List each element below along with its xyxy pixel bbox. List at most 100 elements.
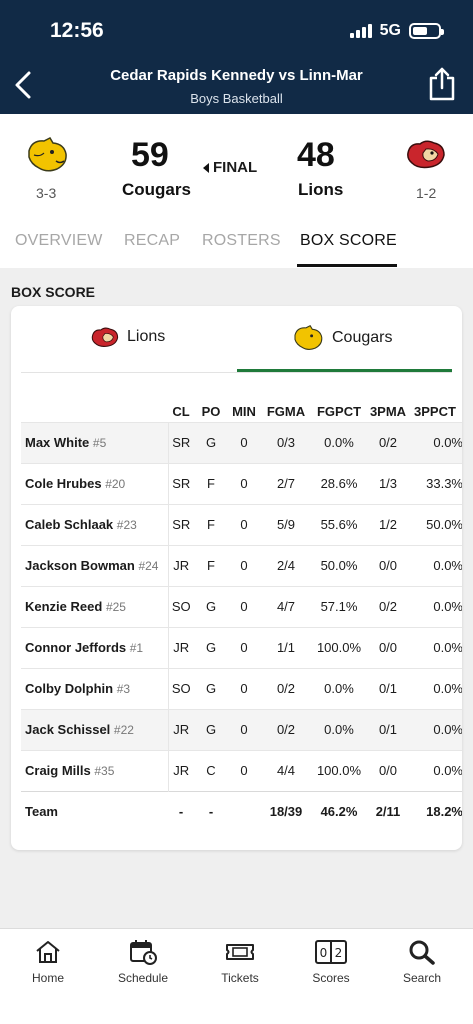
team-total-row: Team - -18/39 46.2% 2/11 18.2% (21, 790, 462, 832)
battery-icon (409, 23, 444, 39)
table-row: Kenzie Reed #25 SO G 0 4/7 57.1% 0/2 0.0% (21, 585, 462, 627)
stat-cell-cl: JR (168, 544, 194, 586)
player-number: #5 (92, 436, 107, 450)
stat-cell-cl: SO (168, 667, 194, 709)
stat-cell-tpma: 0/0 (366, 626, 410, 668)
player-number: #35 (94, 764, 115, 778)
stat-cell-cl: JR (168, 749, 194, 791)
stat-cell-fgpct: 57.1% (312, 585, 366, 627)
nav-schedule[interactable]: Schedule (103, 939, 183, 985)
lion-logo-icon (91, 327, 119, 347)
stat-cell-tpma: 1/3 (366, 462, 410, 504)
team-cell-min (228, 790, 260, 832)
tab-overview[interactable]: OVERVIEW (15, 232, 103, 250)
nav-label: Home (31, 971, 64, 985)
stat-cell-fgpct: 0.0% (312, 667, 366, 709)
box-score-card: Lions Cougars CL PO MIN FGMA FGPCT 3PMA … (11, 306, 462, 850)
stat-cell-po: G (194, 626, 228, 668)
nav-search[interactable]: Search (382, 939, 462, 985)
table-row: Max White #5 SR G 0 0/3 0.0% 0/2 0.0% (21, 421, 462, 463)
home-score: 59 (131, 136, 169, 174)
table-row: Craig Mills #35 JR C 0 4/4 100.0% 0/0 0.0% (21, 749, 462, 791)
player-name: Kenzie Reed (25, 599, 103, 614)
player-number: #24 (138, 559, 159, 573)
stat-cell-cl: SO (168, 585, 194, 627)
stat-cell-fgpct: 0.0% (312, 708, 366, 750)
table-header-row: CL PO MIN FGMA FGPCT 3PMA 3PPCT (21, 401, 462, 422)
share-icon[interactable] (426, 66, 458, 102)
table-row: Jack Schissel #22 JR G 0 0/2 0.0% 0/1 0.0% (21, 708, 462, 750)
nav-label: Tickets (221, 971, 259, 985)
player-name: Jack Schissel (25, 722, 111, 737)
stat-cell-cl: JR (168, 626, 194, 668)
player-name-cell[interactable]: Cole Hrubes #20 (21, 462, 169, 504)
player-name-cell[interactable]: Jackson Bowman #24 (21, 544, 169, 586)
tab-recap[interactable]: RECAP (124, 232, 180, 250)
away-record: 1-2 (416, 185, 437, 201)
stat-cell-min: 0 (228, 544, 260, 586)
stat-cell-min: 0 (228, 667, 260, 709)
column-header: PO (201, 403, 221, 419)
nav-scores[interactable]: 0 2 Scores (291, 939, 371, 985)
tab-rosters[interactable]: ROSTERS (202, 232, 281, 250)
player-number: #20 (105, 477, 126, 491)
player-name-cell[interactable]: Craig Mills #35 (21, 749, 169, 791)
divider (21, 372, 452, 373)
team-tab-cougars[interactable]: Cougars (292, 325, 392, 351)
player-name-cell[interactable]: Kenzie Reed #25 (21, 585, 169, 627)
svg-text:2: 2 (335, 946, 343, 960)
active-team-indicator (237, 369, 452, 372)
stat-cell-fgpct: 28.6% (312, 462, 366, 504)
team-tab-lions[interactable]: Lions (91, 326, 165, 348)
player-name: Connor Jeffords (25, 640, 127, 655)
signal-icon (349, 24, 372, 38)
player-name-cell[interactable]: Max White #5 (21, 421, 169, 463)
nav-label: Search (402, 971, 442, 985)
stat-cell-min: 0 (228, 749, 260, 791)
stat-cell-cl: SR (168, 421, 194, 463)
page-title: Cedar Rapids Kennedy vs Linn-Mar (110, 67, 363, 84)
stat-cell-po: G (194, 708, 228, 750)
stat-cell-po: G (194, 667, 228, 709)
team-cell-po: - (194, 790, 228, 832)
player-name-cell[interactable]: Caleb Schlaak #23 (21, 503, 169, 545)
player-name: Jackson Bowman (25, 558, 135, 573)
stat-cell-fgma: 4/7 (260, 585, 312, 627)
nav-tickets[interactable]: Tickets (200, 939, 280, 985)
stat-cell-tpma: 0/0 (366, 749, 410, 791)
cougar-logo-icon (294, 325, 323, 350)
column-header: MIN (232, 403, 256, 419)
player-name-cell[interactable]: Colby Dolphin #3 (21, 667, 169, 709)
player-name: Colby Dolphin (25, 681, 114, 696)
status-time: 12:56 (50, 19, 104, 42)
stat-cell-fgma: 0/3 (260, 421, 312, 463)
stat-cell-po: F (194, 462, 228, 504)
stat-cell-fgma: 2/4 (260, 544, 312, 586)
scoreboard-icon: 0 2 (315, 940, 347, 964)
stat-cell-fgpct: 55.6% (312, 503, 366, 545)
player-name-cell[interactable]: Jack Schissel #22 (21, 708, 169, 750)
stat-cell-tpma: 0/1 (366, 708, 410, 750)
tab-box-score[interactable]: BOX SCORE (300, 232, 397, 250)
nav-home[interactable]: Home (8, 939, 88, 985)
team-cell-cl: - (168, 790, 194, 832)
player-name-cell[interactable]: Connor Jeffords #1 (21, 626, 169, 668)
search-icon (409, 940, 435, 965)
player-number: #1 (129, 641, 144, 655)
section-title: BOX SCORE (11, 284, 96, 300)
calendar-icon (130, 940, 157, 965)
stat-cell-fgpct: 50.0% (312, 544, 366, 586)
stat-cell-tppct: 33.3% (410, 462, 462, 504)
status-icons: 5G (349, 22, 444, 40)
column-header: FGMA (266, 403, 306, 419)
game-status-label: FINAL (213, 159, 258, 176)
page-subtitle: Boys Basketball (190, 91, 283, 106)
stat-cell-po: F (194, 544, 228, 586)
team-cell-fgpct: 46.2% (312, 790, 366, 832)
cougar-logo-icon (28, 137, 67, 172)
stat-cell-po: G (194, 585, 228, 627)
game-tabs: OVERVIEW RECAP ROSTERS BOX SCORE (0, 232, 473, 272)
player-number: #23 (116, 518, 137, 532)
stat-cell-fgpct: 0.0% (312, 421, 366, 463)
caret-left-icon (203, 162, 209, 173)
